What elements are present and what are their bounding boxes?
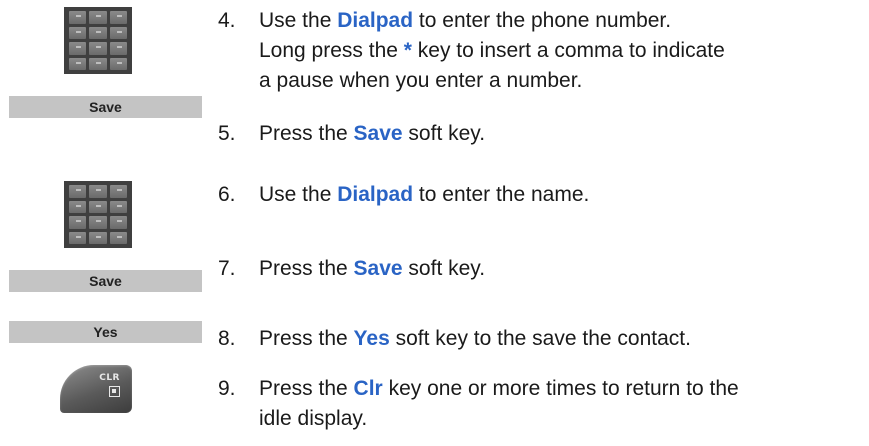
step-text: Use the Dialpad to enter the name.: [259, 183, 590, 206]
step-text: Press the Yes soft key to the save the c…: [259, 327, 691, 350]
step-number: 5.: [218, 122, 236, 145]
step-text: Press the Save soft key.: [259, 257, 486, 280]
step-text: Press the Save soft key.: [259, 122, 486, 145]
star-key-symbol: *: [403, 39, 412, 62]
step-number: 6.: [218, 183, 236, 206]
clr-key-label: CLR: [99, 373, 120, 383]
step-number: 8.: [218, 327, 236, 350]
save-keyword: Save: [353, 257, 403, 280]
dialpad-icon: [64, 7, 132, 74]
dialpad-icon: [64, 181, 132, 248]
clr-key-icon: CLR: [60, 365, 132, 413]
step-number: 9.: [218, 377, 236, 400]
dialpad-keyword: Dialpad: [337, 9, 414, 32]
save-softkey: Save: [9, 270, 202, 292]
save-softkey: Save: [9, 96, 202, 118]
save-keyword: Save: [353, 122, 403, 145]
step-number: 7.: [218, 257, 236, 280]
yes-softkey: Yes: [9, 321, 202, 343]
clear-symbol-icon: [109, 386, 120, 397]
dialpad-keyword: Dialpad: [337, 183, 414, 206]
step-text: Press the Clr key one or more times to r…: [259, 377, 739, 430]
yes-keyword: Yes: [353, 327, 390, 350]
step-text: Use the Dialpad to enter the phone numbe…: [259, 9, 725, 92]
step-number: 4.: [218, 9, 236, 32]
clr-keyword: Clr: [353, 377, 383, 400]
